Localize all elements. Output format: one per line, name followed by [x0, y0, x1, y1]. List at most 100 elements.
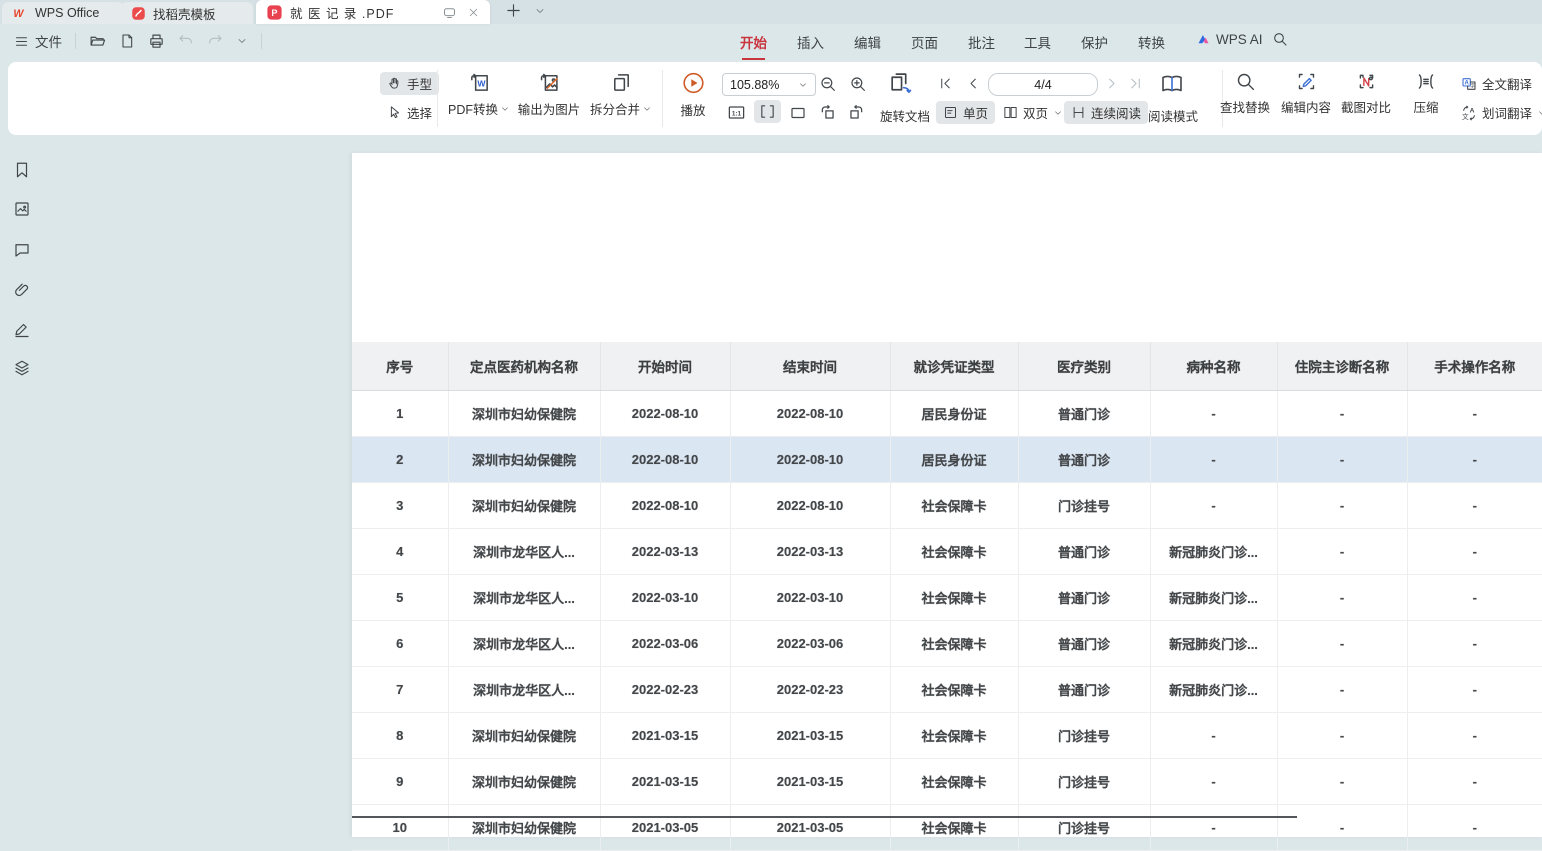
table-cell: 2 — [352, 437, 448, 483]
svg-text:W: W — [13, 8, 24, 20]
select-tool-button[interactable]: 选择 — [380, 101, 439, 124]
table-cell: - — [1407, 529, 1542, 575]
undo-icon[interactable] — [178, 33, 194, 49]
layers-panel-icon[interactable] — [13, 359, 31, 377]
open-folder-icon[interactable] — [89, 33, 106, 50]
column-header: 定点医药机构名称 — [448, 342, 600, 391]
chevron-down-icon — [1537, 108, 1542, 118]
previous-page-icon[interactable] — [966, 76, 981, 91]
play-button[interactable]: 播放 — [680, 71, 705, 119]
actual-size-icon[interactable]: 1:1 — [727, 103, 746, 122]
split-merge-button[interactable]: 拆分合并 — [590, 71, 652, 118]
double-page-button[interactable]: 双页 — [996, 101, 1070, 124]
table-cell: - — [1277, 391, 1407, 437]
svg-text:文: 文 — [1462, 112, 1469, 121]
zoom-in-icon[interactable] — [849, 75, 867, 93]
single-page-label: 单页 — [963, 103, 988, 122]
continuous-reading-icon — [1071, 105, 1086, 120]
edit-content-button[interactable]: 编辑内容 — [1281, 71, 1331, 116]
menu-tools[interactable]: 工具 — [1024, 32, 1051, 52]
tab-list-chevron-icon[interactable] — [534, 5, 546, 17]
compress-button[interactable]: 压缩 — [1413, 71, 1438, 116]
pdf-convert-icon: W — [467, 71, 490, 94]
table-cell: 2021-03-15 — [730, 759, 890, 805]
table-cell: 普通门诊 — [1018, 575, 1150, 621]
fit-page-icon[interactable] — [789, 104, 807, 122]
menu-wps-ai[interactable]: WPS AI — [1196, 32, 1263, 47]
quick-access-chevron-icon[interactable] — [236, 35, 248, 47]
last-page-icon[interactable] — [1128, 76, 1143, 91]
menu-home[interactable]: 开始 — [740, 32, 767, 52]
rotate-right-icon[interactable] — [847, 103, 866, 122]
rotate-document-label[interactable]: 旋转文档 — [880, 106, 930, 125]
table-cell: - — [1277, 621, 1407, 667]
menu-protect[interactable]: 保护 — [1081, 32, 1108, 52]
file-menu-button[interactable]: 文件 — [14, 31, 62, 51]
table-cell: 深圳市妇幼保健院 — [448, 391, 600, 437]
single-page-button[interactable]: 单页 — [936, 101, 995, 124]
continuous-reading-label: 连续阅读 — [1091, 103, 1141, 122]
redo-icon[interactable] — [207, 33, 223, 49]
next-page-icon[interactable] — [1104, 76, 1119, 91]
menubar-search-icon[interactable] — [1272, 31, 1288, 47]
menu-convert[interactable]: 转换 — [1138, 32, 1165, 52]
word-translate-button[interactable]: 文A 划词翻译 — [1454, 101, 1542, 124]
bookmark-panel-icon[interactable] — [13, 160, 31, 180]
monitor-icon[interactable] — [442, 5, 457, 20]
double-page-icon — [1003, 105, 1018, 120]
first-page-icon[interactable] — [938, 76, 953, 91]
export-image-button[interactable]: 输出为图片 — [518, 71, 581, 118]
menu-edit[interactable]: 编辑 — [854, 32, 881, 52]
pdf-page[interactable]: 序号定点医药机构名称开始时间结束时间就诊凭证类型医疗类别病种名称住院主诊断名称手… — [352, 153, 1542, 837]
table-row: 4深圳市龙华区人...2022-03-132022-03-13社会保障卡普通门诊… — [352, 529, 1542, 575]
fit-width-button[interactable] — [754, 100, 781, 123]
table-cell: 3 — [352, 483, 448, 529]
comment-panel-icon[interactable] — [13, 241, 31, 259]
tab-document-pdf[interactable]: P 就 医 记 录 .PDF — [256, 0, 490, 24]
continuous-reading-button[interactable]: 连续阅读 — [1064, 101, 1148, 124]
zoom-out-icon[interactable] — [819, 75, 837, 93]
table-cell: 2022-08-10 — [730, 437, 890, 483]
screenshot-compare-button[interactable]: 截图对比 — [1341, 71, 1391, 116]
page-number-input[interactable] — [988, 73, 1098, 96]
thumbnail-panel-icon[interactable] — [13, 200, 31, 218]
table-cell: 2021-03-05 — [730, 805, 890, 851]
print-icon[interactable] — [148, 33, 165, 50]
tab-label: 找稻壳模板 — [153, 4, 216, 23]
hand-tool-button[interactable]: 手型 — [380, 72, 439, 95]
edit-content-icon — [1295, 71, 1316, 92]
tab-wps-office[interactable]: W WPS Office — [2, 2, 124, 24]
table-cell: 深圳市龙华区人... — [448, 529, 600, 575]
tab-docer-templates[interactable]: 找稻壳模板 — [121, 2, 253, 24]
table-cell: 深圳市妇幼保健院 — [448, 437, 600, 483]
docer-logo-icon — [131, 6, 146, 21]
attachment-panel-icon[interactable] — [13, 281, 31, 299]
pdf-convert-button[interactable]: W PDF转换 — [448, 71, 510, 118]
table-cell: 2022-03-13 — [600, 529, 730, 575]
table-cell: 2022-03-10 — [600, 575, 730, 621]
read-mode-label[interactable]: 阅读模式 — [1148, 106, 1198, 125]
table-cell: - — [1150, 437, 1277, 483]
table-cell: 深圳市妇幼保健院 — [448, 759, 600, 805]
column-header: 病种名称 — [1150, 342, 1277, 391]
wps-ai-logo-icon — [1196, 32, 1211, 47]
table-cell: - — [1277, 667, 1407, 713]
new-tab-plus-icon[interactable] — [505, 2, 522, 19]
menu-comment[interactable]: 批注 — [968, 32, 995, 52]
chevron-down-icon — [642, 104, 652, 114]
table-cell: - — [1407, 759, 1542, 805]
signature-panel-icon[interactable] — [13, 320, 31, 338]
zoom-level-dropdown[interactable]: 105.88% — [722, 73, 816, 96]
table-cell: - — [1407, 805, 1542, 851]
read-mode-icon[interactable] — [1160, 72, 1184, 96]
save-icon[interactable] — [119, 33, 135, 49]
menu-page[interactable]: 页面 — [911, 32, 938, 52]
table-cell: 2022-08-10 — [600, 437, 730, 483]
rotate-document-icon[interactable] — [888, 71, 913, 96]
close-tab-icon[interactable] — [467, 6, 480, 19]
full-translate-button[interactable]: A字 全文翻译 — [1454, 72, 1539, 95]
table-cell: - — [1277, 483, 1407, 529]
rotate-left-icon[interactable] — [818, 103, 837, 122]
find-replace-button[interactable]: 查找替换 — [1220, 71, 1270, 116]
menu-insert[interactable]: 插入 — [797, 32, 824, 52]
